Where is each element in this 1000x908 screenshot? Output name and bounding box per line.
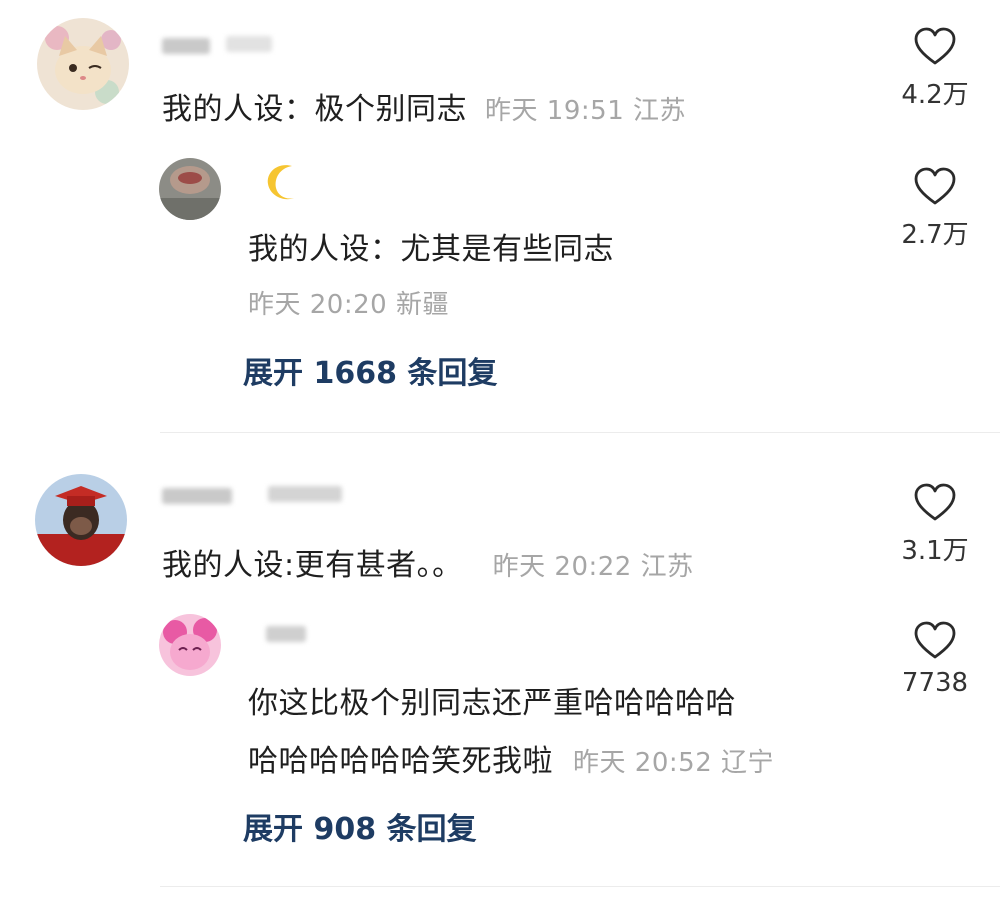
- username-blurred[interactable]: [266, 626, 306, 642]
- avatar-pony[interactable]: [159, 614, 221, 676]
- heart-outline-icon: [914, 621, 956, 659]
- comment-body: 我的人设:更有甚者。。: [162, 548, 463, 583]
- like-count: 4.2万: [901, 80, 969, 110]
- reply-body: 哈哈哈哈哈哈笑死我啦: [248, 744, 553, 779]
- like-count: 2.7万: [901, 220, 969, 250]
- reply-avatar-image: [159, 158, 221, 220]
- username-blurred-part[interactable]: [226, 36, 272, 52]
- like-button[interactable]: 4.2万: [895, 26, 975, 111]
- like-count: 7738: [901, 668, 969, 698]
- crescent-moon-icon: [267, 165, 294, 200]
- avatar-chimp[interactable]: [35, 474, 127, 566]
- comment-text: 我的人设:更有甚者。。 昨天 20:22 江苏: [162, 540, 694, 584]
- divider: [160, 432, 1000, 433]
- like-button-reply[interactable]: 2.7万: [895, 166, 975, 251]
- expand-replies-link[interactable]: 展开 1668 条回复: [243, 348, 497, 392]
- like-count: 3.1万: [901, 536, 969, 566]
- cat-avatar-image: [37, 18, 129, 110]
- comment-text: 我的人设：极个别同志 昨天 19:51 江苏: [162, 84, 686, 128]
- reply-text: 我的人设：尤其是有些同志: [248, 232, 614, 267]
- comment-meta: 昨天 19:51 江苏: [485, 96, 687, 126]
- username-blurred[interactable]: [162, 488, 232, 504]
- reply-meta: 昨天 20:20 新疆: [248, 290, 449, 320]
- chimp-avatar-image: [35, 474, 127, 566]
- reply-text-line2: 哈哈哈哈哈哈笑死我啦 昨天 20:52 辽宁: [248, 736, 774, 780]
- comment-meta: 昨天 20:22 江苏: [492, 552, 694, 582]
- heart-outline-icon: [914, 483, 956, 521]
- heart-outline-icon: [914, 27, 956, 65]
- username-blurred-part[interactable]: [268, 486, 342, 502]
- divider: [160, 886, 1000, 887]
- pony-avatar-image: [159, 614, 221, 676]
- avatar-reply-1[interactable]: [159, 158, 221, 220]
- comment-body: 我的人设：极个别同志: [162, 92, 467, 127]
- username-blurred[interactable]: [162, 38, 210, 54]
- avatar-cat[interactable]: [37, 18, 129, 110]
- reply-text-line1: 你这比极个别同志还严重哈哈哈哈哈: [248, 686, 736, 721]
- heart-outline-icon: [914, 167, 956, 205]
- like-button-reply[interactable]: 7738: [895, 620, 975, 698]
- like-button[interactable]: 3.1万: [895, 482, 975, 567]
- moon-username[interactable]: [262, 160, 306, 213]
- expand-replies-link[interactable]: 展开 908 条回复: [243, 804, 477, 848]
- reply-meta: 昨天 20:52 辽宁: [573, 748, 775, 778]
